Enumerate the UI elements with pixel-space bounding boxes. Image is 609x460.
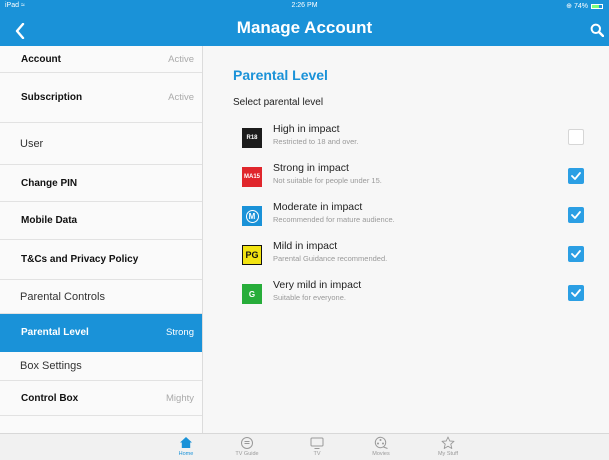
movies-icon [374, 436, 388, 449]
tab-tv[interactable]: TV [295, 436, 339, 457]
parental-level-checkbox[interactable] [568, 285, 584, 301]
sidebar-section-label: Box Settings [20, 360, 82, 372]
sidebar-item-label: Mobile Data [21, 215, 78, 226]
sidebar-item-tandcs-and-privacy-policy[interactable]: T&Cs and Privacy Policy [0, 240, 202, 280]
r18-rating-icon: R18 [242, 128, 262, 148]
tab-label: TV [313, 451, 321, 457]
navigation-bar: iPad ≈ 2:26 PM ⊕ 74% Manage Account [0, 0, 609, 46]
rating-badge-text: R18 [246, 135, 258, 141]
section-subtitle: Select parental level [233, 97, 324, 108]
parental-level-row[interactable]: G Very mild in impact Suitable for everyon… [242, 279, 584, 309]
parental-level-description: Restricted to 18 and over. [273, 137, 359, 146]
parental-level-row[interactable]: M Moderate in impact Recommended for matur… [242, 201, 584, 231]
parental-level-checkbox[interactable] [568, 168, 584, 184]
parental-level-name: High in impact [273, 123, 340, 135]
sidebar-item-parental-level[interactable]: Parental Level Strong [0, 314, 202, 352]
parental-level-description: Suitable for everyone. [273, 293, 346, 302]
tab-movies[interactable]: Movies [359, 436, 403, 457]
tv-icon [310, 437, 324, 449]
tab-bar: Home TV Guide TV Movies My Stuff [0, 433, 609, 460]
battery-status: ⊕ 74% [566, 2, 603, 10]
tab-label: My Stuff [437, 451, 459, 457]
parental-level-row[interactable]: MA15 Strong in impact Not suitable for peo… [242, 162, 584, 192]
sidebar-item-label: Subscription [21, 92, 83, 103]
parental-level-row[interactable]: R18 High in impact Restricted to 18 and ov… [242, 123, 584, 153]
rating-badge-text: MA15 [243, 174, 260, 180]
parental-level-name: Moderate in impact [273, 201, 363, 213]
page-title: Manage Account [236, 18, 373, 37]
parental-level-description: Recommended for mature audience. [273, 215, 395, 224]
tab-my-stuff[interactable]: My Stuff [426, 436, 470, 457]
ma15-rating-icon: MA15 [242, 167, 262, 187]
checkmark-icon [571, 172, 581, 180]
parental-level-checkbox[interactable] [568, 207, 584, 223]
rating-badge-text: M [245, 209, 259, 223]
sidebar-item-label: T&Cs and Privacy Policy [21, 254, 139, 265]
parental-level-name: Very mild in impact [273, 279, 362, 291]
battery-icon [591, 3, 603, 9]
tv-guide-icon [241, 437, 253, 449]
pg-rating-icon: PG [242, 245, 262, 265]
tab-home[interactable]: Home [164, 436, 208, 457]
sidebar-section-label: User [20, 137, 44, 150]
sidebar-item-label: Control Box [21, 392, 79, 404]
g-rating-icon: G [242, 284, 262, 304]
sidebar-item-control-box[interactable]: Control Box Mighty [0, 381, 202, 416]
sidebar-item-value: Active [168, 53, 194, 65]
home-icon [180, 437, 192, 448]
parental-level-description: Parental Guidance recommended. [273, 254, 388, 263]
battery-label: ⊕ 74% [566, 3, 588, 10]
sidebar-item-label: Account [21, 53, 61, 65]
sidebar-item-subscription[interactable]: Subscription Active [0, 73, 202, 123]
parental-level-panel: Parental Level Select parental level R18… [204, 46, 609, 433]
section-title: Parental Level [233, 67, 328, 83]
status-time: 2:26 PM [291, 2, 318, 9]
rating-badge-text: PG [245, 250, 259, 260]
settings-sidebar: Account Active Subscription Active User Chang… [0, 46, 203, 433]
search-button[interactable] [588, 21, 606, 39]
tab-label: Movies [372, 451, 390, 457]
star-icon [441, 436, 455, 449]
search-icon [590, 23, 604, 37]
parental-level-checkbox[interactable] [568, 129, 584, 145]
sidebar-item-value: Mighty [166, 392, 194, 404]
sidebar-item-value: Strong [166, 327, 194, 338]
sidebar-section-user: User [0, 123, 202, 165]
sidebar-item-label: Parental Level [21, 327, 89, 338]
m-rating-icon: M [242, 206, 262, 226]
tab-label: TV Guide [235, 451, 259, 457]
parental-level-checkbox[interactable] [568, 246, 584, 262]
parental-level-name: Strong in impact [273, 162, 349, 174]
sidebar-item-change-pin[interactable]: Change PIN [0, 165, 202, 202]
tab-tv-guide[interactable]: TV Guide [225, 436, 269, 457]
sidebar-section-parental-controls: Parental Controls [0, 280, 202, 314]
sidebar-item-mobile-data[interactable]: Mobile Data [0, 202, 202, 240]
sidebar-item-value: Active [168, 92, 194, 103]
checkmark-icon [571, 250, 581, 258]
parental-level-description: Not suitable for people under 15. [273, 176, 382, 185]
parental-level-name: Mild in impact [273, 240, 338, 252]
rating-badge-text: G [248, 289, 256, 299]
parental-level-row[interactable]: PG Mild in impact Parental Guidance recomm… [242, 240, 584, 270]
sidebar-section-box-settings: Box Settings [0, 352, 202, 381]
checkmark-icon [571, 289, 581, 297]
tab-label: Home [178, 451, 194, 457]
sidebar-item-account[interactable]: Account Active [0, 46, 202, 73]
sidebar-section-label: Parental Controls [20, 290, 105, 303]
sidebar-item-label: Change PIN [21, 177, 78, 189]
checkmark-icon [571, 211, 581, 219]
